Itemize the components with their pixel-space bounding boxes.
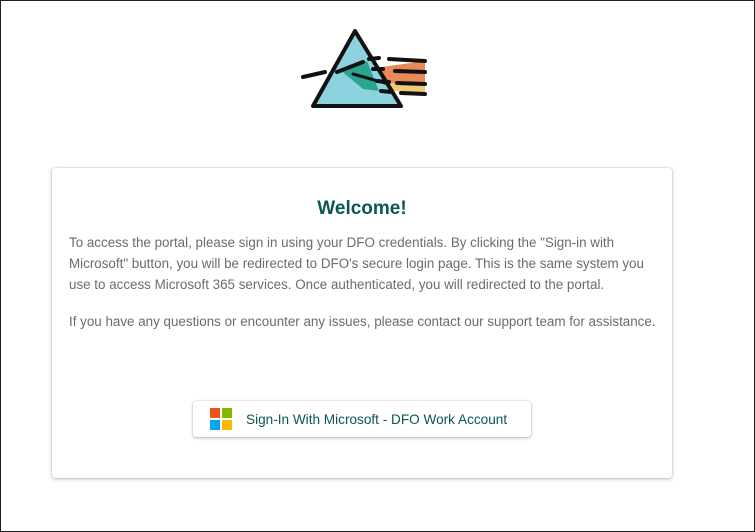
microsoft-logo-yellow-square	[222, 420, 232, 430]
microsoft-logo-icon	[210, 408, 232, 430]
microsoft-logo-blue-square	[210, 420, 220, 430]
welcome-title: Welcome!	[317, 198, 407, 219]
welcome-card: Welcome! To access the portal, please si…	[52, 168, 672, 478]
page-frame: Welcome! To access the portal, please si…	[0, 0, 755, 532]
welcome-paragraph-signin-info: To access the portal, please sign in usi…	[69, 235, 644, 292]
microsoft-logo-green-square	[222, 408, 232, 418]
signin-button-label: Sign-In With Microsoft - DFO Work Accoun…	[246, 411, 508, 427]
prism-icon	[301, 29, 427, 108]
microsoft-logo-red-square	[210, 408, 220, 418]
signin-microsoft-button[interactable]: Sign-In With Microsoft - DFO Work Accoun…	[193, 401, 531, 437]
welcome-paragraph-support-info: If you have any questions or encounter a…	[69, 314, 656, 329]
